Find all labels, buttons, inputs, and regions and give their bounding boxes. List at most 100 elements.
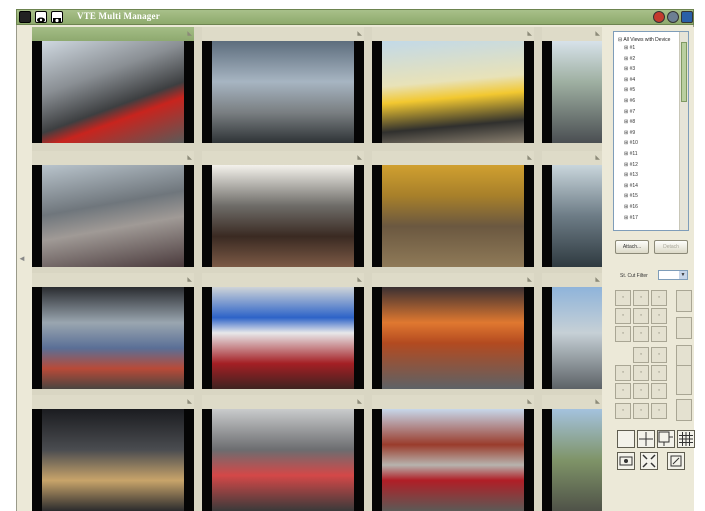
camera-view-header[interactable]: ◣ [372,151,534,166]
camera-video-feed[interactable] [32,41,194,143]
tree-item[interactable]: ⊞ #16 [624,204,638,210]
camera-view[interactable]: ◣ [202,151,364,267]
camera-view-header[interactable]: ◣ [372,27,534,42]
camera-view-header[interactable]: ◣ [202,273,364,288]
camera-video-feed[interactable] [542,287,602,389]
filter-select[interactable]: ▼ [658,270,688,280]
ptz-button[interactable]: ◦ [633,403,649,419]
collapse-arrow-icon[interactable]: ◄ [18,254,26,263]
tree-root[interactable]: ⊟ All Views with Device [618,37,670,43]
snapshot-icon[interactable] [617,452,635,470]
tree-item[interactable]: ⊞ #14 [624,183,638,189]
camera-view-header[interactable]: ◣ [32,27,194,42]
camera-video-feed[interactable] [32,409,194,511]
camera-video-feed[interactable] [372,165,534,267]
tree-item[interactable]: ⊞ #3 [624,66,635,72]
tree-item[interactable]: ⊞ #2 [624,56,635,62]
tree-item[interactable]: ⊞ #6 [624,98,635,104]
camera-video-feed[interactable] [202,409,364,511]
ptz-button[interactable]: ◦ [615,326,631,342]
attach-button[interactable]: Attach... [615,240,649,254]
zoom-control[interactable] [676,290,692,312]
tree-item[interactable]: ⊞ #1 [624,45,635,51]
camera-view-header[interactable]: ◣ [202,395,364,410]
camera-view[interactable]: ◣ [372,273,534,389]
ptz-button[interactable]: ◦ [651,347,667,363]
ptz-button[interactable]: ◦ [633,365,649,381]
camera-video-feed[interactable] [372,287,534,389]
zoom-control[interactable] [676,365,692,395]
layout-2x2-icon[interactable] [637,430,655,448]
camera-video-feed[interactable] [202,165,364,267]
fullscreen-icon[interactable] [640,452,658,470]
ptz-button[interactable]: ◦ [651,326,667,342]
tree-item[interactable]: ⊞ #4 [624,77,635,83]
camera-video-feed[interactable] [202,41,364,143]
camera-view[interactable]: ◣ [32,151,194,267]
zoom-control[interactable] [676,345,692,367]
ptz-button[interactable]: ◦ [615,403,631,419]
ptz-button[interactable]: ◦ [615,308,631,324]
grid-icon[interactable] [19,11,31,23]
ptz-button[interactable]: ◦ [633,383,649,399]
layout-1x1-icon[interactable] [617,430,635,448]
tree-scrollbar[interactable] [679,32,688,230]
export-icon[interactable] [667,452,685,470]
camera-video-feed[interactable] [32,165,194,267]
camera-view[interactable]: ◣ [372,27,534,143]
camera-view-header[interactable]: ◣ [542,273,602,288]
layout-4x4-icon[interactable] [677,430,695,448]
minimize-icon[interactable] [681,11,693,23]
tree-scroll-thumb[interactable] [681,42,687,102]
eye-icon[interactable] [35,11,47,23]
settings-icon[interactable] [667,11,679,23]
camera-icon[interactable] [51,11,63,23]
zoom-control[interactable] [676,399,692,421]
camera-video-feed[interactable] [202,287,364,389]
camera-view[interactable]: ◣ [542,273,602,389]
help-icon[interactable] [653,11,665,23]
camera-view-header[interactable]: ◣ [202,151,364,166]
tree-item[interactable]: ⊞ #15 [624,193,638,199]
layout-1plus5-icon[interactable] [657,430,675,448]
ptz-button[interactable]: ◦ [633,326,649,342]
camera-view-header[interactable]: ◣ [542,27,602,42]
camera-view[interactable]: ◣ [542,151,602,267]
ptz-button[interactable]: ◦ [651,365,667,381]
ptz-button[interactable]: ◦ [615,290,631,306]
camera-view[interactable]: ◣ [202,27,364,143]
ptz-button[interactable]: ◦ [633,290,649,306]
camera-video-feed[interactable] [372,409,534,511]
camera-video-feed[interactable] [372,41,534,143]
tree-item[interactable]: ⊞ #9 [624,130,635,136]
tree-item[interactable]: ⊞ #12 [624,162,638,168]
camera-view-header[interactable]: ◣ [372,273,534,288]
camera-view[interactable]: ◣ [32,27,194,143]
ptz-button[interactable]: ◦ [633,347,649,363]
camera-view[interactable]: ◣ [372,395,534,511]
camera-view-header[interactable]: ◣ [32,395,194,410]
camera-video-feed[interactable] [32,287,194,389]
ptz-button[interactable]: ◦ [651,403,667,419]
camera-view-header[interactable]: ◣ [32,151,194,166]
camera-view[interactable]: ◣ [372,151,534,267]
detach-button[interactable]: Detach [654,240,688,254]
ptz-button[interactable]: ◦ [651,383,667,399]
camera-video-feed[interactable] [542,41,602,143]
device-tree[interactable]: ⊟ All Views with Device ⊞ #1 ⊞ #2 ⊞ #3 ⊞ #4… [613,31,689,231]
camera-view[interactable]: ◣ [542,27,602,143]
tree-item[interactable]: ⊞ #8 [624,119,635,125]
camera-view[interactable]: ◣ [542,395,602,511]
camera-video-feed[interactable] [542,409,602,511]
zoom-control[interactable] [676,317,692,339]
camera-view-header[interactable]: ◣ [542,395,602,410]
camera-video-feed[interactable] [542,165,602,267]
camera-view-header[interactable]: ◣ [32,273,194,288]
tree-item[interactable]: ⊞ #11 [624,151,638,157]
camera-view-header[interactable]: ◣ [372,395,534,410]
camera-view[interactable]: ◣ [32,395,194,511]
tree-item[interactable]: ⊞ #17 [624,215,638,221]
ptz-button[interactable]: ◦ [651,290,667,306]
tree-item[interactable]: ⊞ #5 [624,87,635,93]
camera-view[interactable]: ◣ [202,273,364,389]
